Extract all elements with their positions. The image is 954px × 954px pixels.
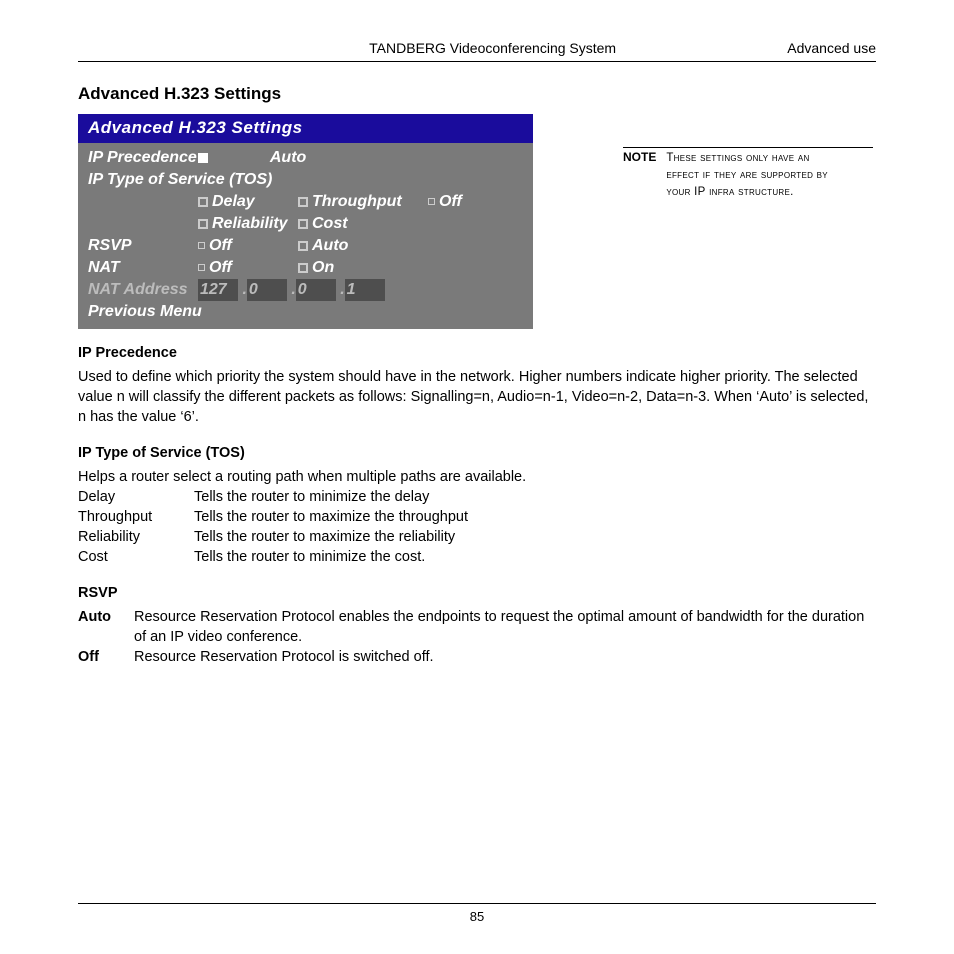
checkbox-icon <box>298 219 308 229</box>
opt-rsvp-off[interactable]: Off <box>198 235 298 257</box>
checkbox-icon[interactable] <box>198 153 208 163</box>
nat-octet-4[interactable]: 1 <box>345 279 385 301</box>
rsvp-list: AutoResource Reservation Protocol enable… <box>78 607 876 667</box>
nat-octet-2[interactable]: 0 <box>247 279 287 301</box>
checkbox-icon <box>298 197 308 207</box>
checkbox-icon <box>428 198 435 205</box>
list-item: OffResource Reservation Protocol is swit… <box>78 647 876 667</box>
note-box: NOTE These settings only have an effect … <box>623 147 873 201</box>
previous-menu-label: Previous Menu <box>88 301 202 323</box>
note-label: NOTE <box>623 150 666 201</box>
checkbox-icon <box>298 263 308 273</box>
list-item: DelayTells the router to minimize the de… <box>78 487 876 507</box>
list-item: ReliabilityTells the router to maximize … <box>78 527 876 547</box>
nat-octet-1[interactable]: 127 <box>198 279 238 301</box>
opt-off[interactable]: Off <box>428 191 498 213</box>
header-rule <box>78 61 876 62</box>
list-item: AutoResource Reservation Protocol enable… <box>78 607 876 647</box>
rsvp-label: RSVP <box>88 235 198 257</box>
opt-delay[interactable]: Delay <box>198 191 298 213</box>
row-nat-address: NAT Address 127 .0 .0 .1 <box>88 279 523 301</box>
ip-tos-label: IP Type of Service (TOS) <box>88 169 272 191</box>
opt-nat-on[interactable]: On <box>298 257 398 279</box>
nat-octet-3[interactable]: 0 <box>296 279 336 301</box>
opt-reliability[interactable]: Reliability <box>198 213 298 235</box>
checkbox-icon <box>198 242 205 249</box>
page-title: Advanced H.323 Settings <box>78 84 876 104</box>
note-text: These settings only have an effect if th… <box>666 150 828 201</box>
page-number: 85 <box>0 909 954 924</box>
opt-nat-off[interactable]: Off <box>198 257 298 279</box>
opt-throughput[interactable]: Throughput <box>298 191 428 213</box>
footer-rule <box>78 903 876 904</box>
row-rsvp: RSVP Off Auto <box>88 235 523 257</box>
row-previous-menu[interactable]: Previous Menu <box>88 301 523 323</box>
checkbox-icon <box>198 264 205 271</box>
checkbox-icon <box>198 197 208 207</box>
checkbox-icon <box>298 241 308 251</box>
row-tos-opts-1: Delay Throughput Off <box>88 191 523 213</box>
nat-label: NAT <box>88 257 198 279</box>
header-product: TANDBERG Videoconferencing System <box>78 40 787 56</box>
list-item: CostTells the router to minimize the cos… <box>78 547 876 567</box>
checkbox-icon <box>198 219 208 229</box>
header-section: Advanced use <box>787 40 876 56</box>
heading-rsvp: RSVP <box>78 585 876 601</box>
ip-precedence-auto: Auto <box>270 149 306 166</box>
row-tos-opts-2: Reliability Cost <box>88 213 523 235</box>
panel-title: Advanced H.323 Settings <box>78 114 533 143</box>
list-item: ThroughputTells the router to maximize t… <box>78 507 876 527</box>
heading-ip-precedence: IP Precedence <box>78 345 876 361</box>
opt-rsvp-auto[interactable]: Auto <box>298 235 398 257</box>
opt-cost[interactable]: Cost <box>298 213 398 235</box>
row-ip-precedence[interactable]: IP Precedence Auto <box>88 147 523 169</box>
ip-precedence-label: IP Precedence <box>88 147 198 169</box>
settings-panel: Advanced H.323 Settings IP Precedence Au… <box>78 114 533 329</box>
heading-ip-tos: IP Type of Service (TOS) <box>78 445 876 461</box>
para-ip-precedence: Used to define which priority the system… <box>78 367 876 427</box>
row-ip-tos: IP Type of Service (TOS) <box>88 169 523 191</box>
nat-address-label: NAT Address <box>88 279 198 301</box>
para-ip-tos-intro: Helps a router select a routing path whe… <box>78 467 876 487</box>
tos-list: DelayTells the router to minimize the de… <box>78 487 876 567</box>
row-nat: NAT Off On <box>88 257 523 279</box>
